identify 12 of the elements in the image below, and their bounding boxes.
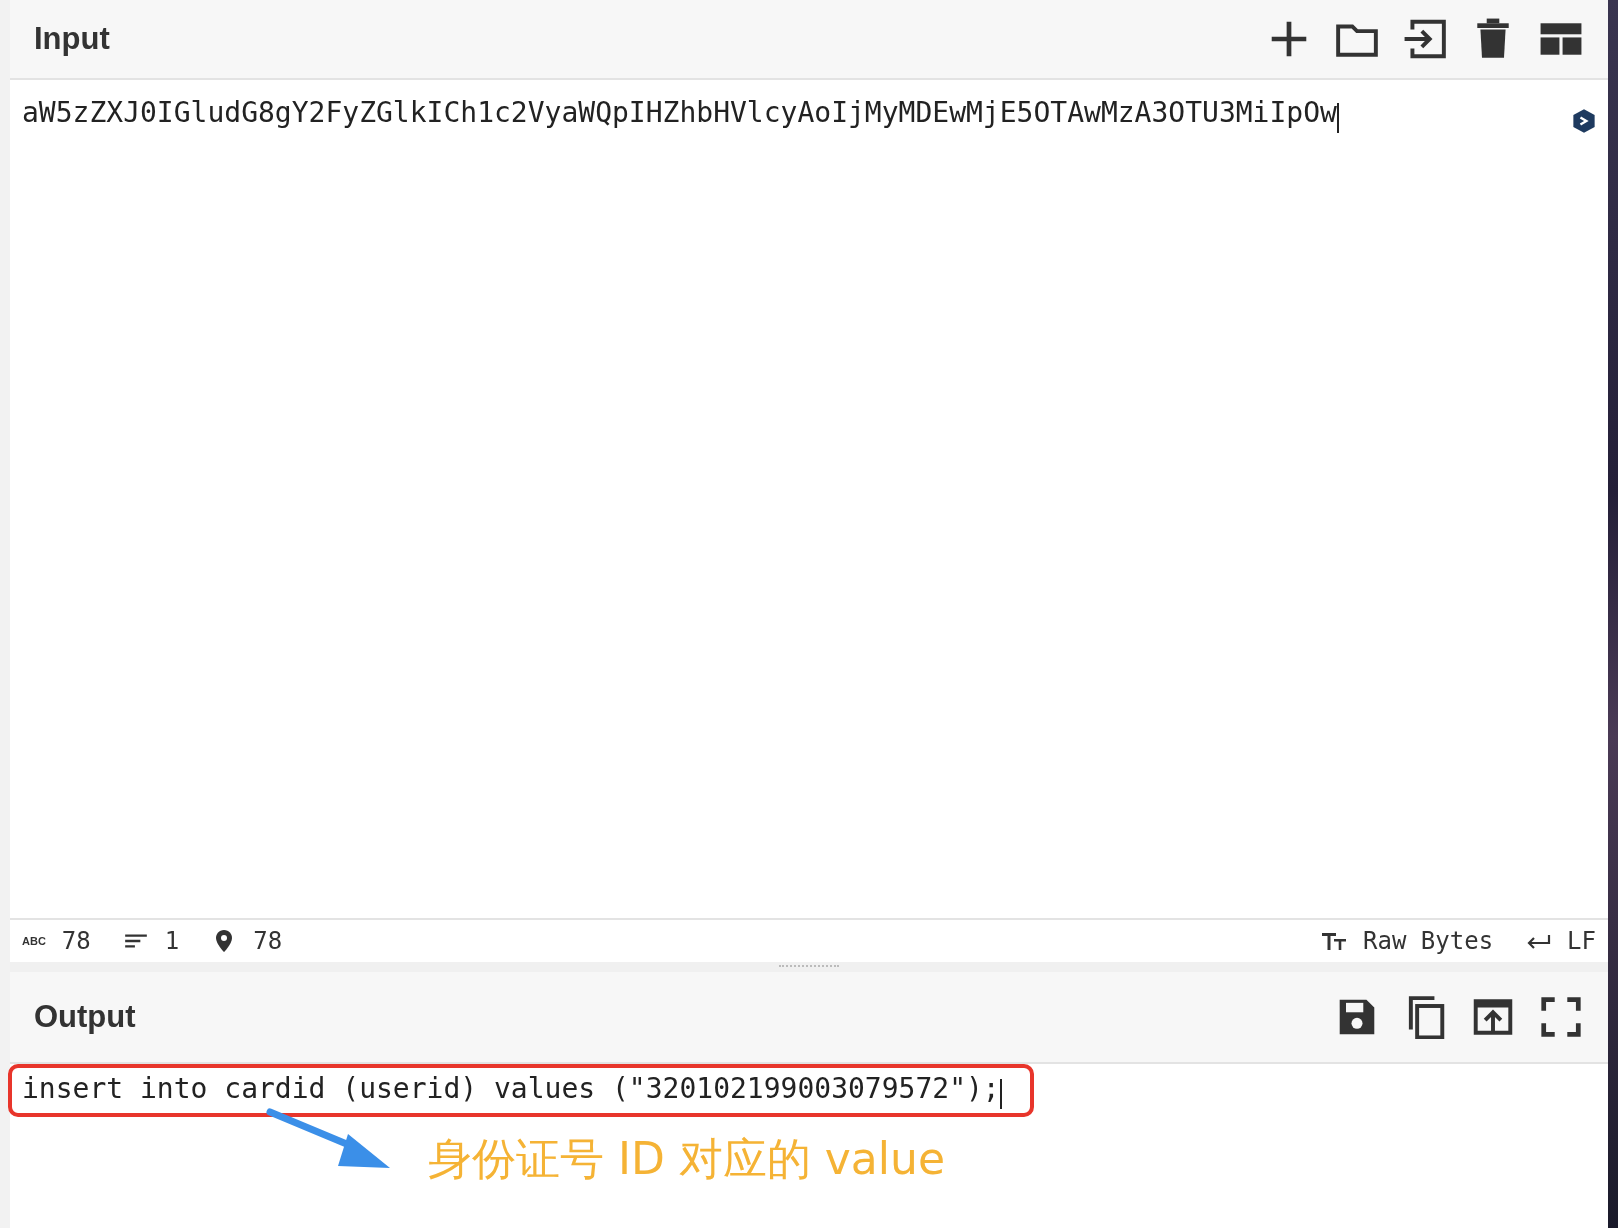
input-text-area[interactable]: aW5zZXJ0IGludG8gY2FyZGlkICh1c2VyaWQpIHZhbHVlcyAoIjMyMDEwMjE5OTAwMzA3OTU3MiIpOw <box>10 80 1608 918</box>
status-setting[interactable]: Raw Bytes <box>1363 927 1494 955</box>
character-count-icon: ABC <box>22 935 46 947</box>
status-value: 1 <box>164 927 180 955</box>
annotation-text: 身份证号 ID 对应的 value <box>428 1132 945 1186</box>
output-text: insert into cardid (userid) values ("320102199003079572"); <box>22 1072 1000 1105</box>
status-setting[interactable]: LF <box>1567 927 1596 955</box>
input-text: aW5zZXJ0IGludG8gY2FyZGlkICh1c2VyaWQpIHZhbHVlcyAoIjMyMDEwMjE5OTAwMzA3OTU3MiIpOw <box>22 96 1337 129</box>
panel-title: Input <box>34 21 110 57</box>
status-value: 78 <box>61 927 91 955</box>
status-value: 78 <box>253 927 283 955</box>
panel-title: Output <box>34 999 136 1035</box>
